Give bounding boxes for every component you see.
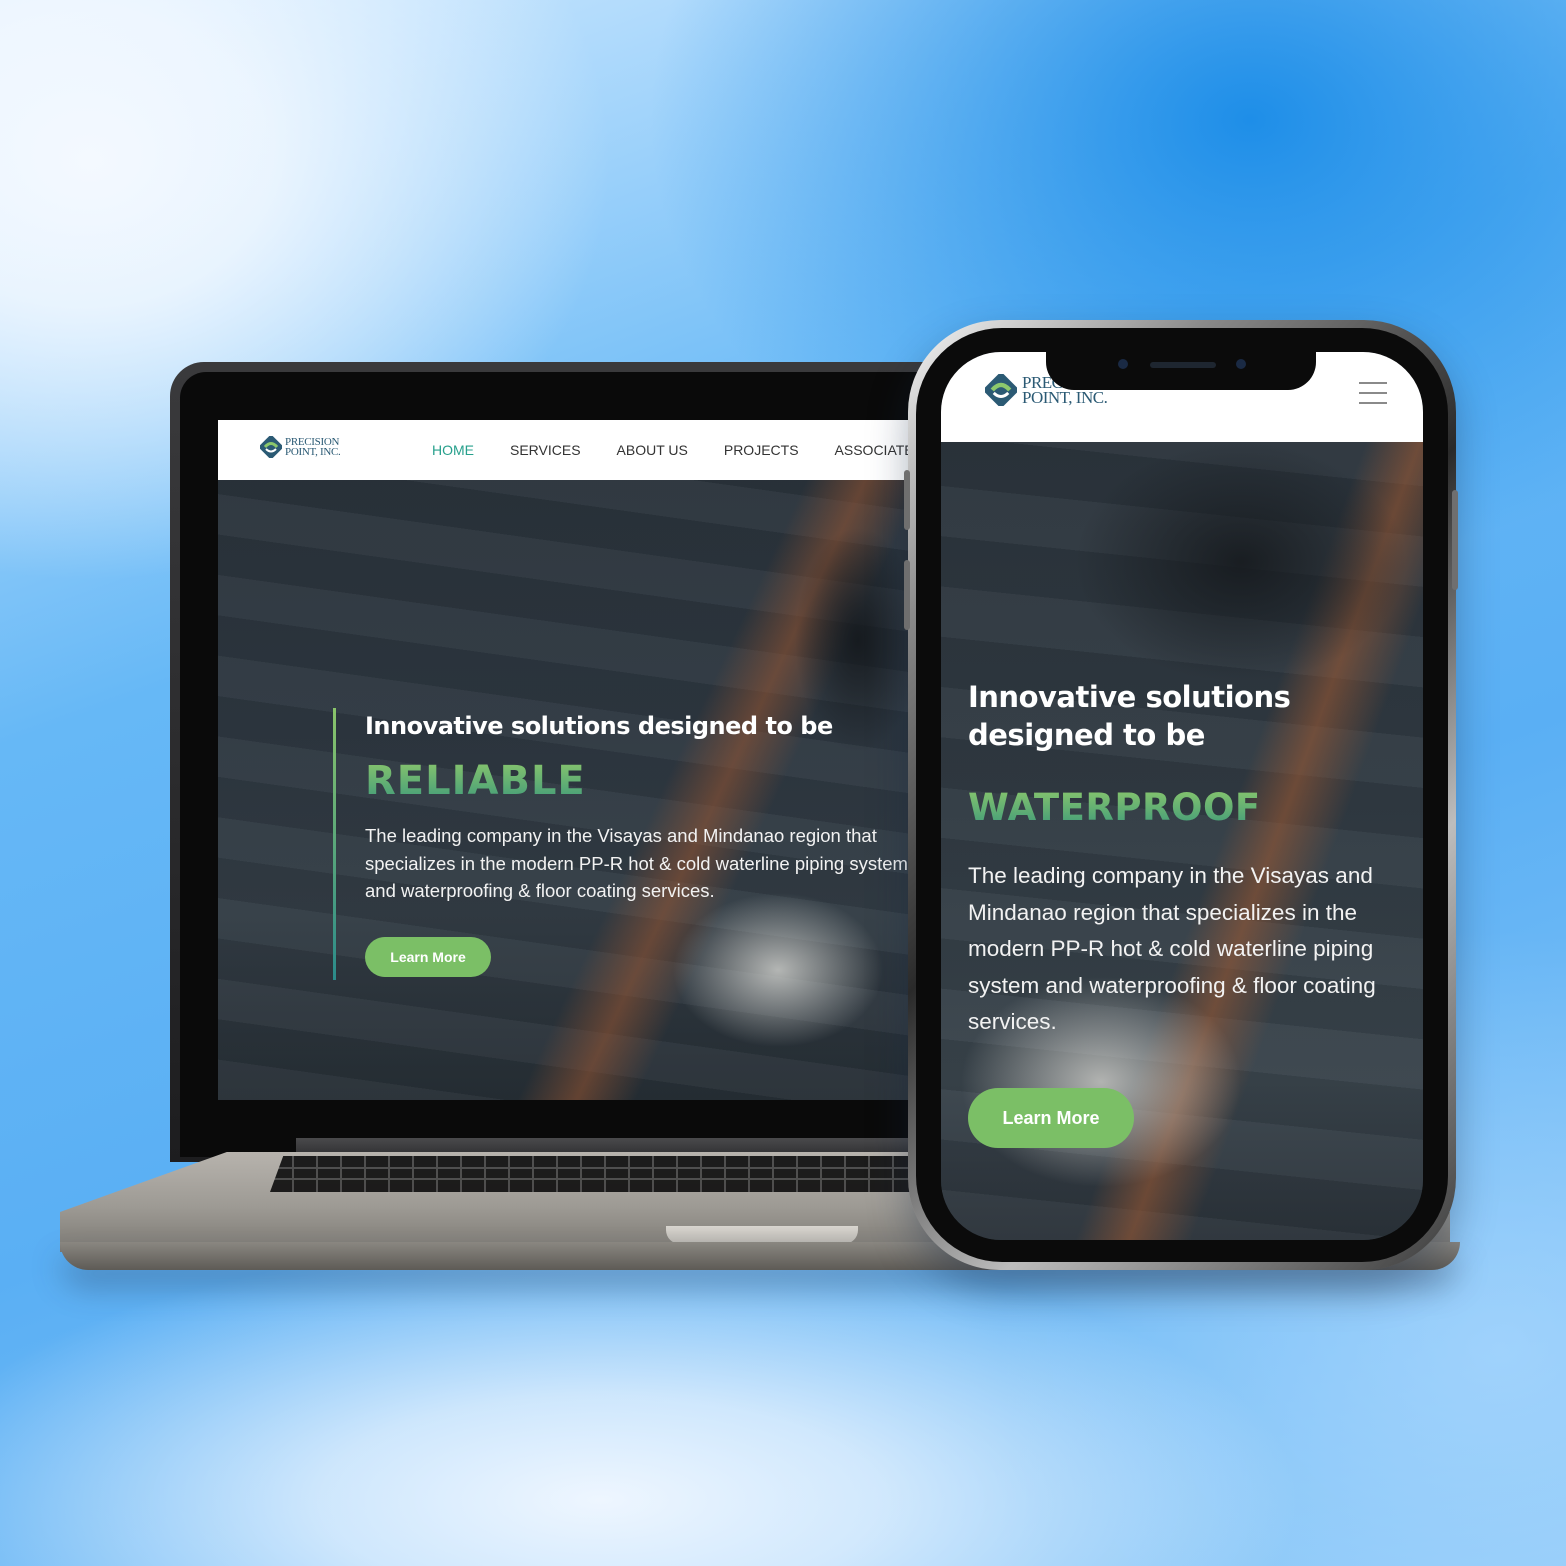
desktop-learn-more-button[interactable]: Learn More bbox=[365, 937, 491, 977]
nav-item-projects[interactable]: PROJECTS bbox=[724, 442, 799, 458]
precision-point-logo-icon bbox=[260, 436, 282, 458]
phone-notch bbox=[1046, 348, 1316, 390]
desktop-logo-text: PRECISION POINT, INC. bbox=[285, 437, 341, 458]
desktop-hero-description: The leading company in the Visayas and M… bbox=[365, 825, 908, 901]
laptop-screen: PRECISION POINT, INC. HOME SERVICES ABOU… bbox=[218, 420, 910, 1100]
desktop-navbar: PRECISION POINT, INC. HOME SERVICES ABOU… bbox=[218, 420, 910, 480]
hamburger-menu-icon[interactable] bbox=[1359, 382, 1387, 404]
hamburger-bar bbox=[1359, 382, 1387, 384]
phone-speaker bbox=[1150, 362, 1216, 368]
phone-sensor-icon bbox=[1236, 359, 1246, 369]
nav-item-services[interactable]: SERVICES bbox=[510, 442, 581, 458]
hamburger-bar bbox=[1359, 392, 1387, 394]
desktop-nav-menu: HOME SERVICES ABOUT US PROJECTS ASSOCIAT… bbox=[432, 420, 910, 480]
hero-accent-line bbox=[333, 708, 336, 980]
desktop-hero-highlight: RELIABLE bbox=[365, 758, 586, 804]
mobile-learn-more-button[interactable]: Learn More bbox=[968, 1088, 1134, 1148]
precision-point-logo-icon bbox=[985, 374, 1017, 406]
phone-power-button bbox=[1452, 490, 1458, 590]
nav-item-associates[interactable]: ASSOCIATES bbox=[835, 442, 910, 458]
desktop-hero: Innovative solutions designed to be RELI… bbox=[218, 480, 910, 1100]
laptop-keyboard bbox=[270, 1156, 930, 1192]
logo-line2: POINT, INC. bbox=[285, 446, 341, 458]
mobile-hero-heading: Innovative solutions designed to be bbox=[968, 680, 1291, 752]
mobile-logo-line2: POINT, INC. bbox=[1022, 388, 1108, 407]
mobile-hero-highlight: WATERPROOF bbox=[968, 786, 1261, 829]
desktop-hero-heading: Innovative solutions designed to be bbox=[365, 712, 833, 740]
phone-screen: PREC POINT, INC. Innovative solutions de… bbox=[941, 352, 1423, 1240]
phone-volume-up-button bbox=[904, 470, 910, 530]
nav-item-home[interactable]: HOME bbox=[432, 442, 474, 458]
hamburger-bar bbox=[1359, 402, 1387, 404]
mobile-hero: Innovative solutions designed to be WATE… bbox=[941, 442, 1423, 1240]
mobile-hero-description: The leading company in the Visayas and M… bbox=[968, 863, 1376, 1034]
phone-camera-icon bbox=[1118, 359, 1128, 369]
desktop-logo[interactable]: PRECISION POINT, INC. bbox=[260, 436, 341, 458]
phone-volume-down-button bbox=[904, 560, 910, 630]
nav-item-about-us[interactable]: ABOUT US bbox=[617, 442, 688, 458]
